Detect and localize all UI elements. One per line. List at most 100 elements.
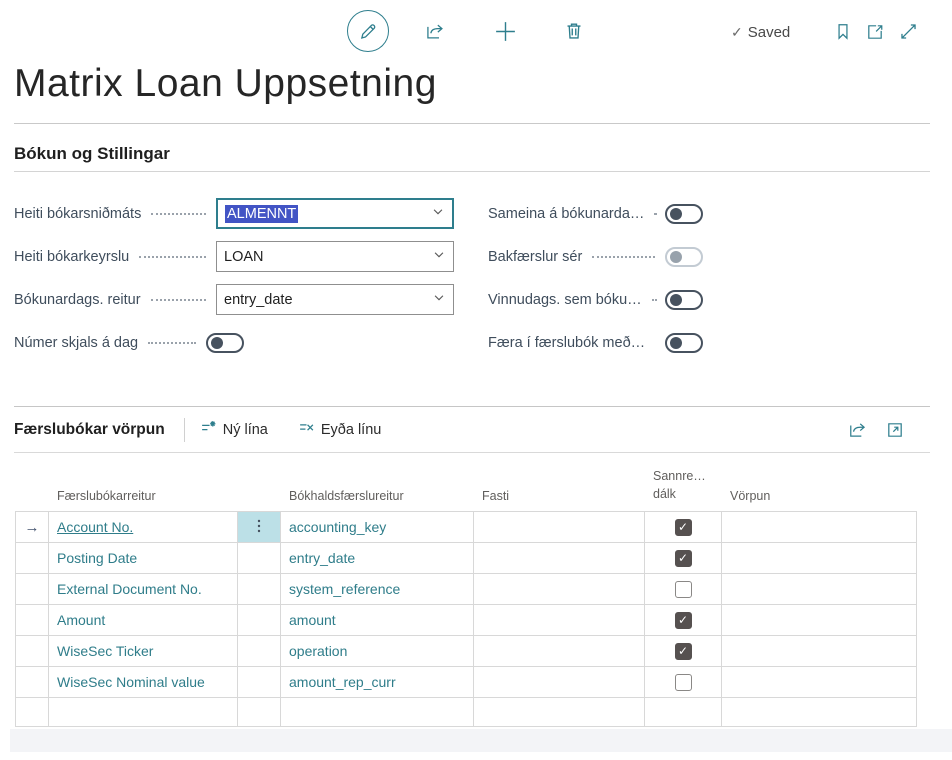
constant-cell[interactable] <box>474 574 645 605</box>
row-menu-cell[interactable] <box>238 574 281 605</box>
table-row: Amount amount <box>15 605 917 636</box>
constant-cell[interactable] <box>474 698 645 727</box>
add-icon[interactable] <box>493 19 518 44</box>
row-menu-cell[interactable] <box>238 698 281 727</box>
constant-cell[interactable] <box>474 605 645 636</box>
verify-checkbox[interactable] <box>675 550 692 567</box>
cell-value: Posting Date <box>57 550 137 566</box>
column-header-constant[interactable]: Fasti <box>474 489 645 505</box>
field-label: Sameina á bókunarda… <box>488 206 644 222</box>
field-bokunardags-reitur: Bókunardags. reitur entry_date <box>14 284 454 315</box>
toggle-knob <box>670 251 682 263</box>
toggle-numer-skjals-a-dag[interactable] <box>206 333 244 353</box>
open-in-window-icon[interactable] <box>865 23 885 41</box>
mapping-cell[interactable] <box>722 698 917 727</box>
new-line-button[interactable]: Ný lína <box>200 419 268 440</box>
table-header-row: Færslubókarreitur Bókhaldsfærslureitur F… <box>15 453 917 511</box>
delete-icon[interactable] <box>564 21 584 41</box>
share-icon[interactable] <box>425 22 446 41</box>
toggle-vinnudags-sem-bokun[interactable] <box>665 290 703 310</box>
delete-line-label: Eyða línu <box>321 422 381 438</box>
constant-cell[interactable] <box>474 512 645 543</box>
share-icon[interactable] <box>848 421 868 439</box>
settings-section-header[interactable]: Bókun og Stillingar <box>14 144 930 172</box>
row-selector-cell[interactable] <box>15 667 49 698</box>
verify-cell[interactable] <box>645 543 722 574</box>
constant-cell[interactable] <box>474 667 645 698</box>
row-selector-cell[interactable] <box>15 574 49 605</box>
cell-value: entry_date <box>289 550 355 566</box>
verify-cell[interactable] <box>645 574 722 605</box>
row-selector-cell[interactable] <box>15 636 49 667</box>
journal-field-cell[interactable]: WiseSec Nominal value <box>49 667 238 698</box>
journal-field-cell[interactable] <box>49 698 238 727</box>
verify-checkbox[interactable] <box>675 612 692 629</box>
gl-field-cell[interactable]: accounting_key <box>281 512 474 543</box>
verify-cell[interactable] <box>645 698 722 727</box>
gl-field-cell[interactable]: entry_date <box>281 543 474 574</box>
gl-field-cell[interactable]: amount <box>281 605 474 636</box>
toggle-bakfaerslur-ser <box>665 247 703 267</box>
verify-checkbox[interactable] <box>675 581 692 598</box>
row-menu-cell[interactable] <box>238 667 281 698</box>
focus-mode-icon[interactable] <box>886 421 904 439</box>
constant-cell[interactable] <box>474 636 645 667</box>
chevron-down-icon[interactable] <box>432 247 446 266</box>
row-menu-cell[interactable] <box>238 636 281 667</box>
gl-field-cell[interactable]: operation <box>281 636 474 667</box>
combobox-heiti-bokarsnidmats[interactable]: ALMENNT <box>216 198 454 229</box>
journal-field-cell[interactable]: External Document No. <box>49 574 238 605</box>
constant-cell[interactable] <box>474 543 645 574</box>
mapping-cell[interactable] <box>722 636 917 667</box>
verify-cell[interactable] <box>645 636 722 667</box>
combobox-bokunardags-reitur[interactable]: entry_date <box>216 284 454 315</box>
expand-icon[interactable] <box>899 22 918 41</box>
column-header-gl-field[interactable]: Bókhaldsfærslureitur <box>281 489 474 505</box>
row-selector-cell[interactable] <box>15 543 49 574</box>
row-selector-cell[interactable] <box>15 698 49 727</box>
verify-checkbox[interactable] <box>675 643 692 660</box>
row-menu-cell[interactable] <box>238 512 281 543</box>
column-header-mapping[interactable]: Vörpun <box>722 489 917 505</box>
verify-cell[interactable] <box>645 605 722 636</box>
new-line-label: Ný lína <box>223 422 268 438</box>
gl-field-cell[interactable] <box>281 698 474 727</box>
gl-field-cell[interactable]: system_reference <box>281 574 474 605</box>
row-menu-dots-icon <box>253 518 265 537</box>
saved-check-icon: ✓ <box>731 24 743 41</box>
journal-field-cell[interactable]: WiseSec Ticker <box>49 636 238 667</box>
mapping-cell[interactable] <box>722 543 917 574</box>
verify-checkbox[interactable] <box>675 519 692 536</box>
bookmark-icon[interactable] <box>834 22 852 41</box>
toggle-sameina-a-bokunardag[interactable] <box>665 204 703 224</box>
row-menu-cell[interactable] <box>238 605 281 636</box>
column-header-verify-line1: Sannre… <box>653 469 706 483</box>
row-selector-cell[interactable] <box>15 605 49 636</box>
mapping-cell[interactable] <box>722 512 917 543</box>
verify-checkbox[interactable] <box>675 674 692 691</box>
chevron-down-icon[interactable] <box>432 290 446 309</box>
chevron-down-icon[interactable] <box>431 204 445 223</box>
mapping-cell[interactable] <box>722 574 917 605</box>
table-row: Posting Date entry_date <box>15 543 917 574</box>
delete-line-button[interactable]: Eyða línu <box>298 419 381 440</box>
verify-cell[interactable] <box>645 667 722 698</box>
gl-field-cell[interactable]: amount_rep_curr <box>281 667 474 698</box>
column-header-journal-field[interactable]: Færslubókarreitur <box>49 489 238 505</box>
verify-cell[interactable] <box>645 512 722 543</box>
row-selector-cell[interactable]: → <box>15 512 49 543</box>
cell-value: amount_rep_curr <box>289 674 396 690</box>
edit-pencil-icon[interactable] <box>347 10 389 52</box>
row-menu-cell[interactable] <box>238 543 281 574</box>
toggle-faera-i-faerslubok[interactable] <box>665 333 703 353</box>
column-header-verify[interactable]: Sannre… dálk <box>645 467 722 505</box>
mapping-cell[interactable] <box>722 667 917 698</box>
current-row-arrow-icon: → <box>25 519 40 536</box>
field-label: Heiti bókarkeyrslu <box>14 249 129 265</box>
journal-field-cell[interactable]: Account No. <box>49 512 238 543</box>
mapping-section-title[interactable]: Færslubókar vörpun <box>14 421 165 439</box>
journal-field-cell[interactable]: Amount <box>49 605 238 636</box>
mapping-cell[interactable] <box>722 605 917 636</box>
journal-field-cell[interactable]: Posting Date <box>49 543 238 574</box>
combobox-heiti-bokarkeyrslu[interactable]: LOAN <box>216 241 454 272</box>
